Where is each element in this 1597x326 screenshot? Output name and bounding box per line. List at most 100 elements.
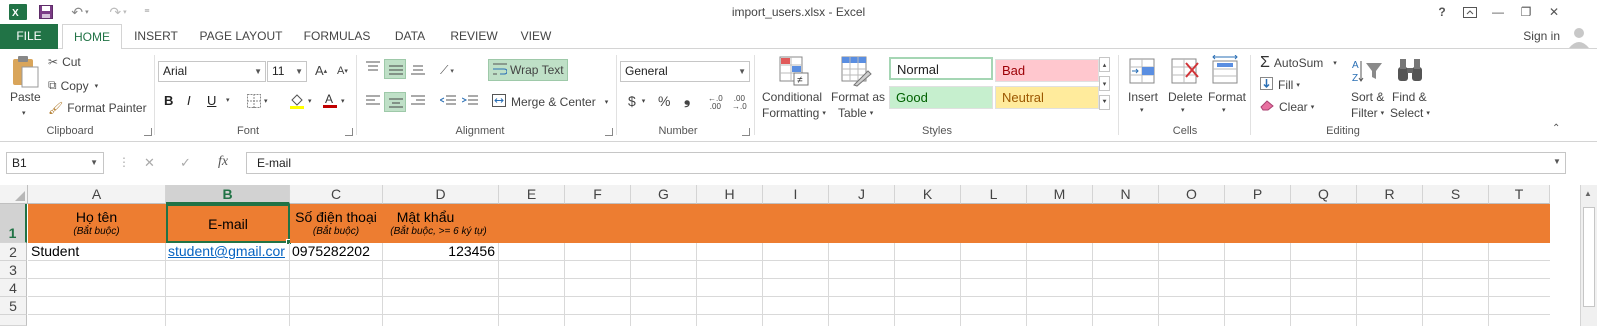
insert-function-button[interactable]: fx [218,154,228,170]
fill-color-icon[interactable]: ▾ [289,93,312,109]
tab-home[interactable]: HOME [62,24,122,50]
tab-formulas[interactable]: FORMULAS [300,24,374,49]
bottom-align-icon[interactable] [411,63,425,75]
format-as-table-icon[interactable] [840,55,872,87]
row-header-2[interactable]: 2 [0,243,27,261]
column-header-i[interactable]: I [763,185,829,204]
bold-button[interactable]: B [164,93,173,108]
delete-button[interactable]: Delete [1168,90,1203,104]
sort-filter-button[interactable]: Filter ▾ [1351,106,1384,120]
paste-button[interactable]: Paste [10,90,41,104]
name-box[interactable]: B1 ▼ [6,152,104,174]
find-select-label-1[interactable]: Find & [1392,90,1427,104]
ribbon-display-options-icon[interactable] [1456,2,1484,22]
center-align-button[interactable] [384,92,406,112]
italic-button[interactable]: I [187,93,191,108]
align-left-icon[interactable] [366,95,380,107]
restore-button[interactable]: ❐ [1512,2,1540,22]
enter-icon[interactable]: ✓ [180,155,191,171]
number-format-select[interactable]: General ▼ [620,61,750,82]
clear-button[interactable]: Clear ▾ [1260,100,1314,114]
increase-font-size-icon[interactable]: A ▴ [315,63,327,78]
percent-style-button[interactable]: % [658,93,670,109]
underline-button[interactable]: U [207,93,216,108]
chevron-down-icon[interactable]: ▾ [1222,106,1226,114]
column-header-e[interactable]: E [499,185,565,204]
chevron-down-icon[interactable]: ▾ [22,109,26,117]
styles-more-icon[interactable]: ⯆ [1099,95,1110,110]
expand-formula-bar-icon[interactable]: ▼ [1553,157,1561,166]
autosum-button[interactable]: Σ AutoSum ▾ [1260,54,1337,72]
middle-align-button[interactable] [384,59,406,79]
insert-cells-icon[interactable] [1128,55,1158,87]
tab-file[interactable]: FILE [0,24,58,49]
row-header-5[interactable]: 5 [0,297,27,315]
minimize-button[interactable]: — [1484,2,1512,22]
select-all-button[interactable] [0,185,28,204]
borders-icon[interactable]: ▾ [247,94,268,108]
scrollbar-thumb[interactable] [1583,207,1595,307]
format-button[interactable]: Format [1208,90,1246,104]
avatar-icon[interactable] [1567,24,1591,48]
conditional-formatting-button[interactable]: Formatting ▾ [762,106,826,120]
find-select-button[interactable]: Select ▾ [1390,106,1430,120]
column-header-a[interactable]: A [28,185,166,204]
accounting-format-button[interactable]: $ ▾ [628,93,645,109]
format-painter-button[interactable]: 🖌 Format Painter [48,101,147,115]
wrap-text-button[interactable]: Wrap Text [488,59,568,81]
row-header-6[interactable] [0,315,27,326]
sort-filter-label-1[interactable]: Sort & [1351,90,1384,104]
sort-filter-icon[interactable]: AZ [1352,57,1384,85]
column-header-h[interactable]: H [697,185,763,204]
column-header-m[interactable]: M [1027,185,1093,204]
column-header-g[interactable]: G [631,185,697,204]
fill-button[interactable]: Fill ▾ [1260,77,1300,93]
close-button[interactable]: ✕ [1540,2,1568,22]
column-header-q[interactable]: Q [1291,185,1357,204]
collapse-ribbon-icon[interactable]: ⌃ [1552,123,1560,134]
column-header-n[interactable]: N [1093,185,1159,204]
increase-decimal-icon[interactable]: ←.0.00 [708,95,723,111]
alignment-launcher-icon[interactable] [605,128,613,136]
column-header-b[interactable]: B [166,185,290,204]
column-header-l[interactable]: L [961,185,1027,204]
cell-a1[interactable]: Họ tên (Bắt buộc) [28,204,166,243]
tab-review[interactable]: REVIEW [446,24,502,49]
style-bad[interactable]: Bad [995,59,1099,82]
orientation-icon[interactable]: ⟋ ▾ [440,63,454,78]
formula-input[interactable]: E-mail [246,152,1566,174]
tab-data[interactable]: DATA [388,24,432,49]
increase-indent-icon[interactable] [462,95,478,107]
row-header-1[interactable]: 1 [0,204,27,243]
insert-button[interactable]: Insert [1128,90,1158,104]
font-size-select[interactable]: 11 ▼ [267,61,307,82]
vertical-scrollbar[interactable]: ▲ [1580,185,1597,326]
column-header-s[interactable]: S [1423,185,1489,204]
tab-insert[interactable]: INSERT [130,24,182,49]
column-header-c[interactable]: C [290,185,383,204]
chevron-down-icon[interactable]: ▾ [226,96,230,104]
column-header-d[interactable]: D [383,185,499,204]
tab-page-layout[interactable]: PAGE LAYOUT [196,24,286,49]
decrease-decimal-icon[interactable]: .00 →.0 [732,95,747,111]
align-right-icon[interactable] [411,95,425,107]
copy-button[interactable]: ⧉ Copy ▾ [48,78,98,93]
help-button[interactable]: ? [1428,2,1456,22]
column-header-k[interactable]: K [895,185,961,204]
scroll-up-icon[interactable]: ▲ [1584,189,1592,198]
decrease-font-size-icon[interactable]: A ▾ [337,65,348,77]
conditional-formatting-label-1[interactable]: Conditional [762,90,822,104]
styles-scroll-down-icon[interactable]: ▾ [1099,76,1110,91]
column-header-o[interactable]: O [1159,185,1225,204]
delete-cells-icon[interactable] [1170,55,1200,87]
paste-icon[interactable] [10,55,40,89]
cell-d1[interactable]: Mật khẩu (Bắt buộc, >= 6 ký tự) [383,204,499,243]
style-good[interactable]: Good [889,86,993,109]
cell-b1[interactable]: E-mail [166,204,290,243]
chevron-down-icon[interactable]: ▾ [1140,106,1144,114]
style-normal[interactable]: Normal [889,57,993,80]
chevron-down-icon[interactable]: ▾ [1181,106,1185,114]
sign-in-link[interactable]: Sign in [1523,29,1560,43]
font-launcher-icon[interactable] [345,128,353,136]
row-header-3[interactable]: 3 [0,261,27,279]
